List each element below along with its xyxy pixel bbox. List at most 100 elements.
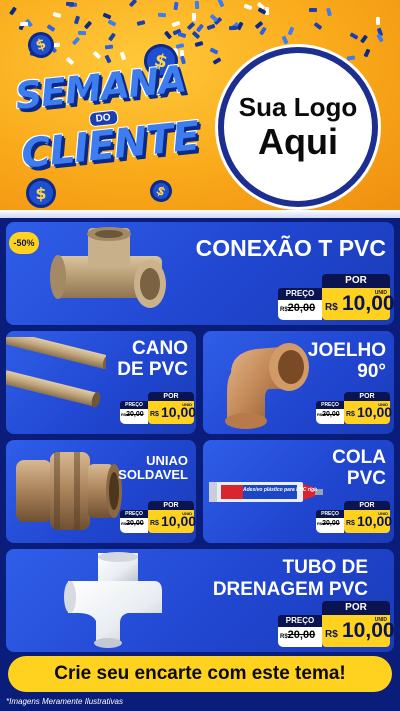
confetti-piece [65, 1, 75, 7]
confetti-piece [186, 21, 196, 31]
product-name: CANO DE PVC [117, 338, 188, 380]
confetti-piece [191, 12, 197, 22]
confetti-piece [128, 0, 138, 8]
cta-banner[interactable]: Crie seu encarte com este tema! [8, 656, 392, 692]
confetti-piece [359, 34, 369, 44]
confetti-piece [65, 56, 75, 66]
old-price: R$20,00 [121, 520, 144, 527]
old-price-box: PREÇO R$20,00 [278, 288, 322, 320]
confetti-piece [349, 32, 359, 40]
logo-text-line1: Sua Logo [238, 92, 358, 122]
old-price: R$20,00 [280, 302, 316, 314]
confetti-piece [107, 19, 117, 27]
new-price: R$ 10,00 UNID [148, 510, 196, 533]
title-word-semana: SEMANA [13, 57, 188, 118]
confetti-piece [92, 50, 102, 60]
product-card-conexao-t[interactable]: CONEXÃO T PVC POR PREÇO R$20,00 R$ 10,00… [6, 222, 394, 325]
confetti-piece [119, 51, 127, 61]
confetti-piece [206, 23, 216, 31]
confetti-piece [375, 16, 381, 26]
pvc-union-icon [16, 452, 122, 530]
confetti-piece [287, 26, 295, 36]
drain-tee-icon [64, 552, 162, 648]
confetti-piece [281, 35, 289, 45]
confetti-piece [104, 54, 112, 64]
preco-label: PREÇO [316, 401, 344, 409]
new-price: R$ 10,00 UNID [322, 615, 394, 647]
product-card-tubo-drenagem[interactable]: TUBO DE DRENAGEM PVC POR PREÇO R$20,00 R$… [6, 549, 394, 652]
confetti-piece [259, 26, 267, 36]
confetti-piece [363, 48, 371, 58]
confetti-piece [175, 43, 185, 49]
por-label: POR [344, 501, 390, 510]
old-price-box: PREÇO R$20,00 [120, 510, 148, 533]
confetti-piece [46, 24, 56, 32]
confetti-piece [52, 11, 62, 19]
confetti-piece [73, 15, 81, 25]
price-tag: POR PREÇO R$20,00 R$ 10,00 UNID [120, 392, 196, 424]
confetti-piece [309, 8, 317, 12]
confetti-piece [195, 23, 205, 33]
confetti-piece [107, 32, 117, 42]
product-name: JOELHO 90° [307, 340, 386, 382]
coin-icon: $ [24, 28, 58, 62]
confetti-piece [171, 20, 181, 28]
confetti-piece [177, 31, 187, 39]
price-tag: POR PREÇO R$20,00 R$ 10,00 UNID [278, 601, 394, 647]
por-label: POR [322, 601, 390, 615]
confetti-piece [77, 30, 87, 36]
title-word-cliente: CLIENTE [19, 113, 202, 178]
price-tag: POR PREÇO R$20,00 R$ 10,00 UNID [316, 392, 392, 424]
confetti-piece [104, 44, 114, 50]
confetti-piece [228, 25, 238, 31]
confetti-piece [194, 0, 200, 10]
logo-placeholder[interactable]: Sua Logo Aqui [218, 47, 378, 207]
confetti-piece [313, 21, 323, 31]
campaign-title: SEMANA DO CLIENTE [13, 57, 202, 178]
old-price-box: PREÇO R$20,00 [278, 615, 322, 647]
new-price: R$ 10,00 UNID [322, 288, 394, 320]
confetti-piece [212, 57, 222, 65]
preco-label: PREÇO [278, 288, 322, 300]
confetti-piece [173, 1, 179, 11]
preco-label: PREÇO [120, 510, 148, 518]
product-card-cano[interactable]: CANO DE PVC POR PREÇO R$20,00 R$ 10,00 UN… [6, 331, 196, 434]
old-price: R$20,00 [121, 411, 144, 418]
confetti-piece [9, 6, 17, 16]
confetti-piece [194, 40, 204, 48]
logo-text-line2: Aqui [258, 121, 338, 162]
product-card-joelho[interactable]: JOELHO 90° POR PREÇO R$20,00 R$ 10,00 UNI… [203, 331, 394, 434]
pvc-pipe-icon [6, 337, 106, 408]
por-label: POR [322, 274, 390, 288]
glue-label-text: Adesivo plástico para PVC rígido [243, 487, 317, 493]
old-price: R$20,00 [317, 411, 340, 418]
old-price-box: PREÇO R$20,00 [316, 401, 344, 424]
old-price-box: PREÇO R$20,00 [316, 510, 344, 533]
product-card-cola[interactable]: Adesivo plástico para PVC rígido COLA PVC… [203, 440, 394, 543]
por-label: POR [148, 392, 194, 401]
preco-label: PREÇO [120, 401, 148, 409]
preco-label: PREÇO [316, 510, 344, 518]
confetti-piece [102, 12, 112, 20]
product-name: CONEXÃO T PVC [195, 235, 386, 261]
confetti-piece [243, 3, 253, 11]
confetti-piece [326, 7, 332, 17]
old-price: R$20,00 [280, 629, 316, 641]
confetti-piece [217, 0, 225, 8]
confetti-piece [83, 20, 93, 30]
confetti-piece [209, 47, 219, 55]
confetti-piece [163, 30, 173, 40]
new-price: R$ 10,00 UNID [344, 401, 392, 424]
por-label: POR [148, 501, 194, 510]
confetti-piece [136, 20, 146, 26]
product-name: UNIAO SOLDAVEL [118, 453, 188, 483]
coin-icon: $ [26, 178, 56, 208]
price-tag: POR PREÇO R$20,00 R$ 10,00 UNID [278, 274, 394, 320]
header-banner: $ $ $ $ SEMANA DO CLIENTE Sua Logo Aqui [0, 0, 400, 210]
confetti-piece [346, 55, 356, 61]
old-price: R$20,00 [317, 520, 340, 527]
product-name: COLA PVC [332, 447, 386, 489]
product-card-uniao[interactable]: UNIAO SOLDAVEL POR PREÇO R$20,00 R$ 10,00… [6, 440, 196, 543]
por-label: POR [344, 392, 390, 401]
price-tag: POR PREÇO R$20,00 R$ 10,00 UNID [120, 501, 196, 533]
